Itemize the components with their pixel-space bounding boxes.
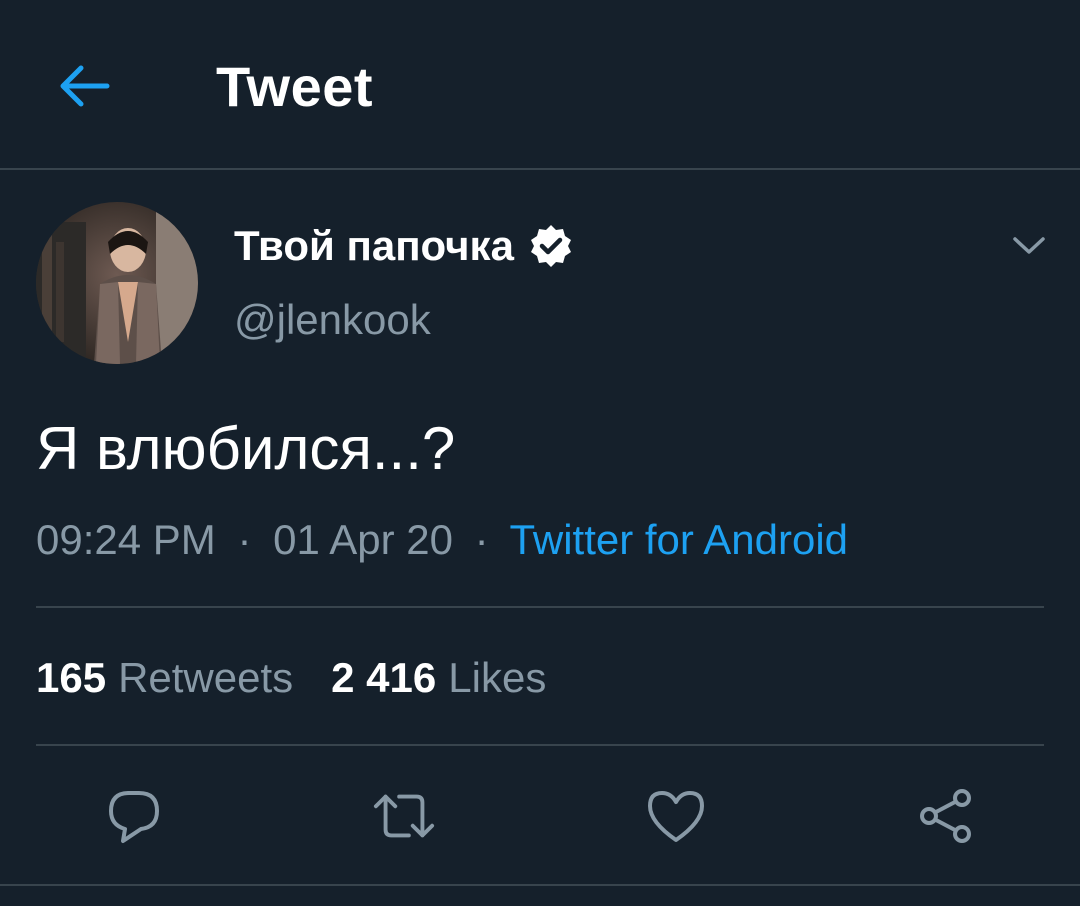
like-button[interactable] <box>644 784 708 848</box>
chevron-down-icon <box>1013 237 1045 254</box>
tweet-text: Я влюбился...? <box>36 415 456 482</box>
share-button[interactable] <box>914 784 978 848</box>
avatar[interactable] <box>36 202 198 364</box>
reply-button[interactable] <box>102 784 166 848</box>
author-handle[interactable]: @jlenkook <box>234 296 431 344</box>
verified-badge-icon <box>528 223 574 269</box>
tweet-date: 01 Apr 20 <box>273 516 453 563</box>
retweets-stat[interactable]: 165 Retweets <box>36 654 293 702</box>
tweet-menu-button[interactable] <box>1006 226 1052 266</box>
retweet-icon <box>373 794 435 838</box>
avatar-photo <box>36 202 198 364</box>
tweet-source-link[interactable]: Twitter for Android <box>510 516 848 563</box>
tweet-action-bar <box>0 748 1080 884</box>
retweets-count: 165 <box>36 654 107 701</box>
likes-label: Likes <box>448 654 547 701</box>
meta-separator: · <box>237 516 252 563</box>
tweet-metadata: 09:24 PM · 01 Apr 20 · Twitter for Andro… <box>36 516 848 564</box>
top-app-bar: Tweet <box>0 0 1080 170</box>
back-button[interactable] <box>52 56 116 116</box>
author-display-name[interactable]: Твой папочка <box>234 222 574 270</box>
likes-stat[interactable]: 2 416 Likes <box>331 654 546 702</box>
retweets-label: Retweets <box>118 654 294 701</box>
share-icon <box>920 789 971 843</box>
divider <box>0 884 1080 886</box>
author-name-text: Твой папочка <box>234 222 514 269</box>
tweet-stats: 165 Retweets 2 416 Likes <box>36 654 546 702</box>
meta-separator: · <box>474 516 489 563</box>
arrow-left-icon <box>60 65 110 107</box>
retweet-button[interactable] <box>372 784 436 848</box>
tweet-time: 09:24 PM <box>36 516 216 563</box>
divider <box>36 744 1044 746</box>
divider <box>36 606 1044 608</box>
like-icon <box>648 791 704 842</box>
page-title: Tweet <box>216 55 374 118</box>
likes-count: 2 416 <box>331 654 437 701</box>
reply-icon <box>109 791 159 843</box>
